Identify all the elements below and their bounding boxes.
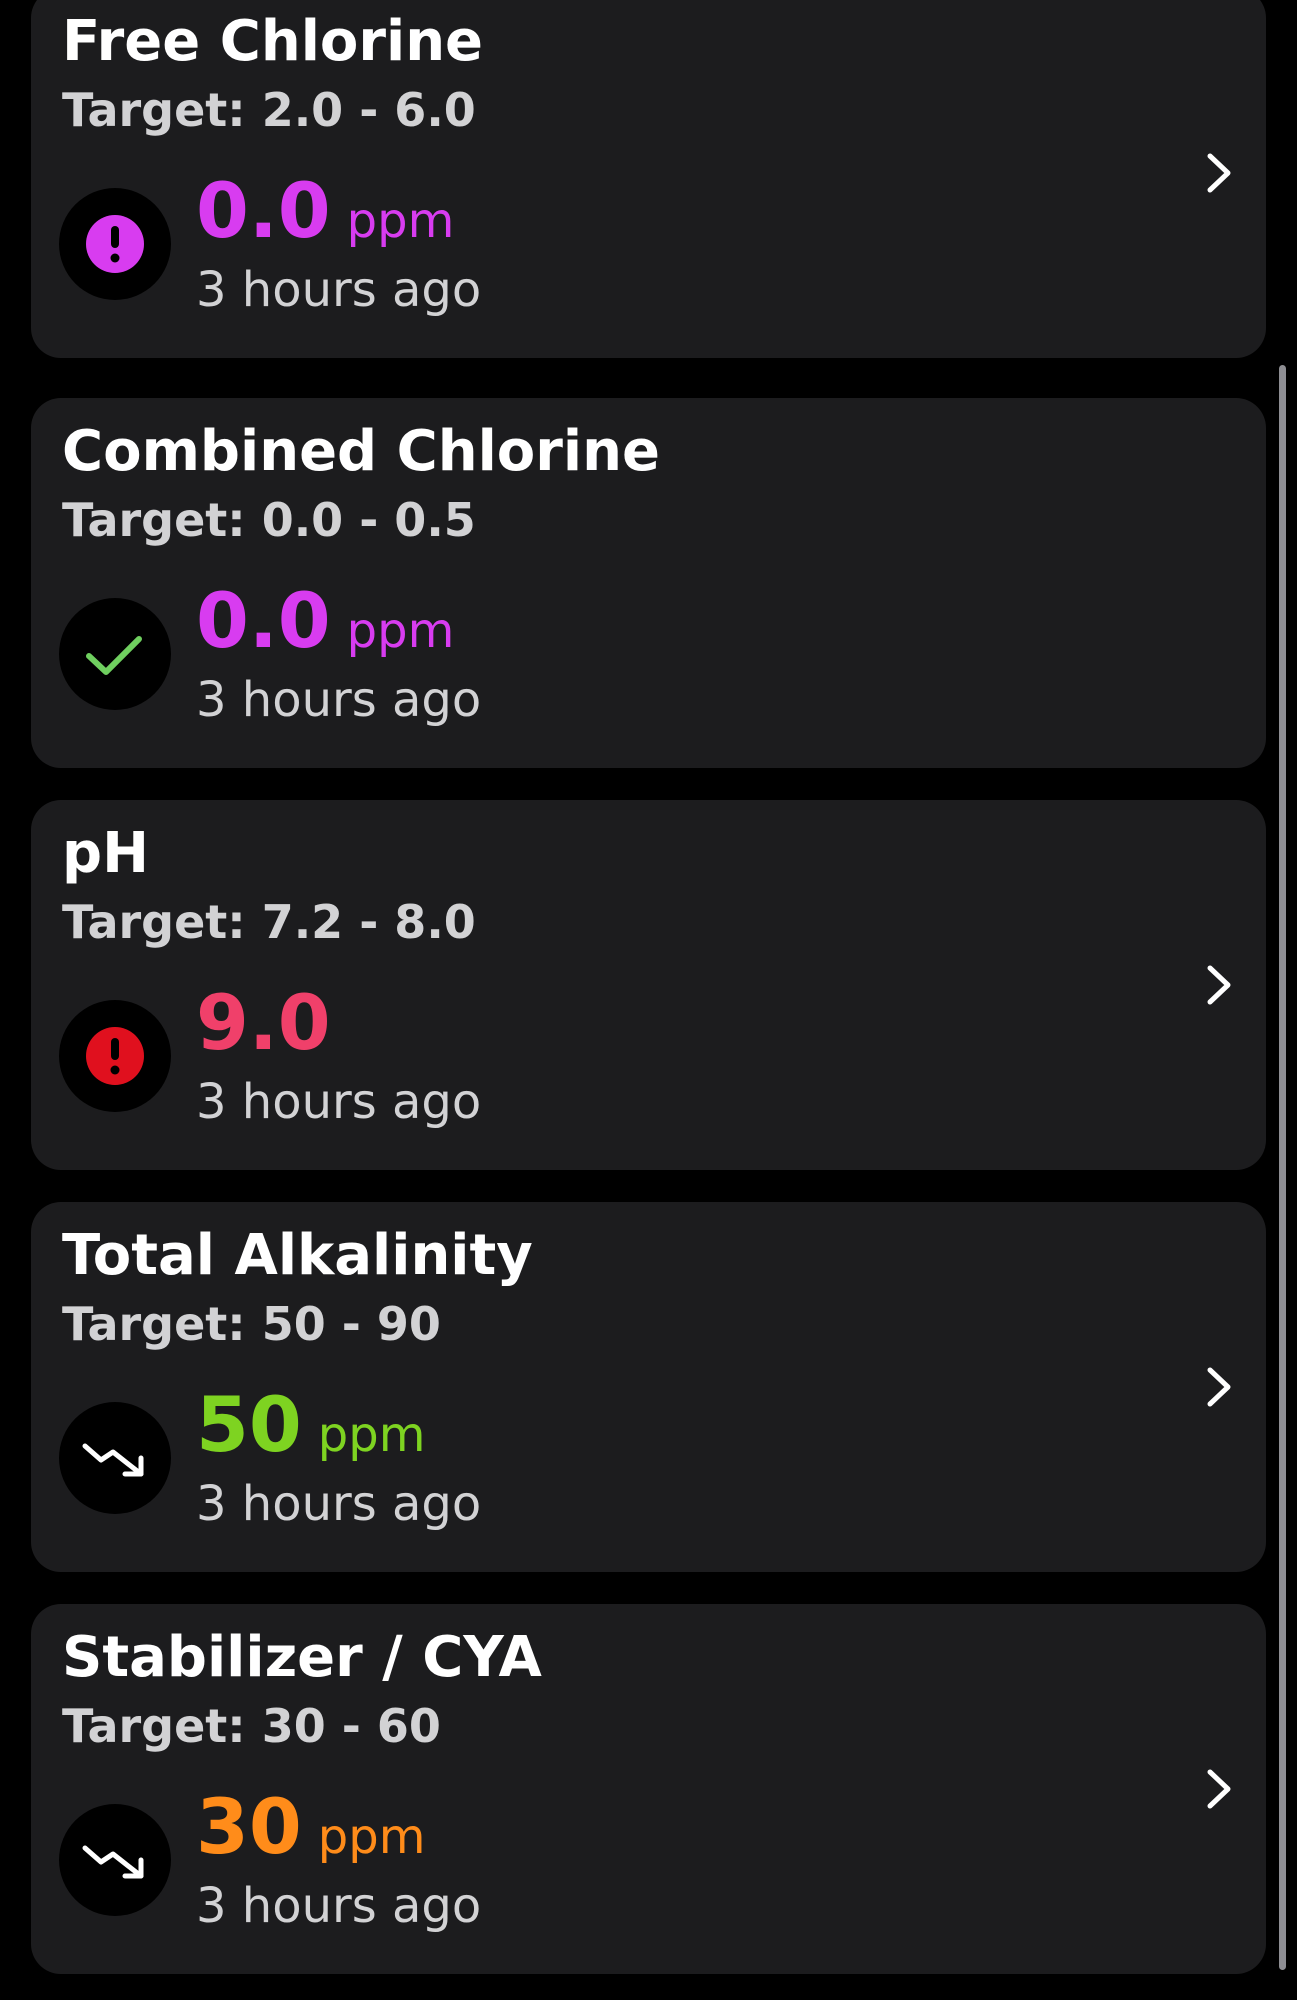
reading-timestamp: 3 hours ago	[196, 262, 482, 318]
reading-unit: ppm	[317, 1407, 426, 1463]
reading-card-ph[interactable]: pH Target: 7.2 - 8.0 9.0 3 hours ago	[31, 800, 1266, 1170]
reading-value: 30	[196, 1782, 302, 1871]
reading-card-free-chlorine[interactable]: Free Chlorine Target: 2.0 - 6.0 0.0 ppm 3…	[31, 0, 1266, 358]
status-indicator	[59, 1804, 171, 1916]
target-range: Target: 7.2 - 8.0	[62, 895, 476, 949]
reading-timestamp: 3 hours ago	[196, 672, 482, 728]
card-title: Free Chlorine	[62, 9, 484, 74]
reading-value: 50	[196, 1380, 302, 1469]
reading-card-total-alkalinity[interactable]: Total Alkalinity Target: 50 - 90 50 ppm 3…	[31, 1202, 1266, 1572]
status-indicator	[59, 1402, 171, 1514]
target-range: Target: 2.0 - 6.0	[62, 83, 476, 137]
reading-card-combined-chlorine[interactable]: Combined Chlorine Target: 0.0 - 0.5 0.0 p…	[31, 398, 1266, 768]
checkmark-icon	[86, 636, 142, 675]
reading-value-line: 0.0 ppm	[196, 576, 454, 666]
card-title: pH	[62, 821, 149, 886]
exclamation-icon	[86, 1027, 144, 1085]
chevron-right-icon[interactable]	[1200, 1362, 1240, 1412]
reading-timestamp: 3 hours ago	[196, 1074, 482, 1130]
chevron-right-icon[interactable]	[1200, 960, 1240, 1010]
card-title: Combined Chlorine	[62, 419, 660, 484]
target-range: Target: 50 - 90	[62, 1297, 441, 1351]
reading-value: 0.0	[196, 576, 331, 665]
reading-unit: ppm	[317, 1809, 426, 1865]
reading-value-line: 0.0 ppm	[196, 166, 454, 256]
status-indicator	[59, 1000, 171, 1112]
reading-timestamp: 3 hours ago	[196, 1476, 482, 1532]
chevron-right-icon[interactable]	[1200, 148, 1240, 198]
card-title: Total Alkalinity	[62, 1223, 533, 1288]
target-range: Target: 0.0 - 0.5	[62, 493, 476, 547]
reading-value-line: 9.0	[196, 978, 331, 1068]
reading-value: 0.0	[196, 166, 331, 255]
status-indicator	[59, 188, 171, 300]
vertical-scrollbar[interactable]	[1279, 365, 1286, 1970]
reading-value-line: 30 ppm	[196, 1782, 425, 1872]
reading-unit: ppm	[346, 603, 455, 659]
reading-timestamp: 3 hours ago	[196, 1878, 482, 1934]
trend-down-icon	[82, 1845, 144, 1879]
exclamation-icon	[86, 215, 144, 273]
target-range: Target: 30 - 60	[62, 1699, 441, 1753]
reading-value-line: 50 ppm	[196, 1380, 425, 1470]
reading-unit: ppm	[346, 193, 455, 249]
chevron-right-icon[interactable]	[1200, 1764, 1240, 1814]
trend-down-icon	[82, 1443, 144, 1477]
card-title: Stabilizer / CYA	[62, 1625, 542, 1690]
reading-value: 9.0	[196, 978, 331, 1067]
status-indicator	[59, 598, 171, 710]
reading-card-stabilizer-cya[interactable]: Stabilizer / CYA Target: 30 - 60 30 ppm 3…	[31, 1604, 1266, 1974]
